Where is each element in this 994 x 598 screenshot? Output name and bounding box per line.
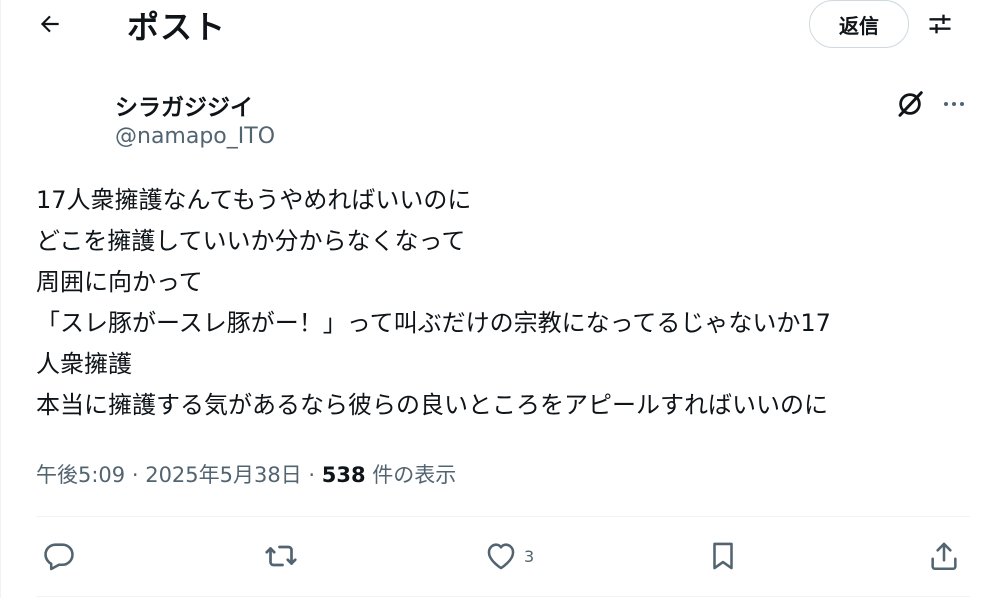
grok-button[interactable] (892, 86, 928, 122)
like-button[interactable]: 3 (484, 534, 534, 578)
reply-action-button[interactable] (42, 534, 76, 578)
post-line: 人衆擁護 (36, 350, 132, 378)
post-text: 17人衆擁護なんてもうやめればいいのに どこを擁護していいか分からなくなって 周… (36, 180, 976, 426)
share-icon (931, 542, 957, 571)
top-bar: ポスト 返信 (0, 0, 994, 52)
reply-button[interactable]: 返信 (809, 0, 909, 48)
page-title: ポスト (127, 8, 227, 46)
comment-icon (44, 543, 74, 571)
bookmark-icon (713, 542, 733, 570)
more-options-button[interactable] (936, 86, 972, 122)
views-label: 件の表示 (365, 463, 457, 487)
views-count: 538 (321, 463, 366, 487)
post-line: 「スレ豚がースレ豚がー！」って叫ぶだけの宗教になってるじゃないか17 (36, 309, 831, 337)
ellipsis-icon (944, 102, 964, 106)
post-meta: 午後5:09 · 2025年5月38日 · 538 件の表示 (36, 459, 456, 489)
like-count: 3 (524, 546, 535, 566)
bookmark-button[interactable] (706, 534, 740, 578)
post-line: どこを擁護していいか分からなくなって (36, 227, 466, 255)
column-border (0, 0, 1, 598)
author-handle[interactable]: @namapo_ITO (115, 124, 275, 149)
repost-button[interactable] (263, 534, 299, 578)
meta-separator: · (301, 463, 322, 487)
repost-icon (265, 545, 297, 567)
post-line: 周囲に向かって (36, 268, 203, 296)
sliders-icon (929, 14, 951, 34)
post-date[interactable]: 2025年5月38日 (145, 463, 302, 487)
post-time[interactable]: 午後5:09 (36, 463, 125, 487)
divider (36, 516, 970, 517)
grok-icon (898, 91, 923, 117)
author-name[interactable]: シラガジジイ (115, 88, 253, 122)
heart-icon (487, 543, 515, 570)
arrow-left-icon (40, 15, 59, 33)
meta-separator: · (125, 463, 146, 487)
back-button[interactable] (30, 4, 70, 44)
share-button[interactable] (927, 534, 961, 578)
divider (36, 596, 970, 597)
post-line: 本当に擁護する気があるなら彼らの良いところをアピールすればいいのに (36, 391, 828, 419)
settings-button[interactable] (918, 4, 962, 44)
post-line: 17人衆擁護なんてもうやめればいいのに (36, 186, 472, 214)
